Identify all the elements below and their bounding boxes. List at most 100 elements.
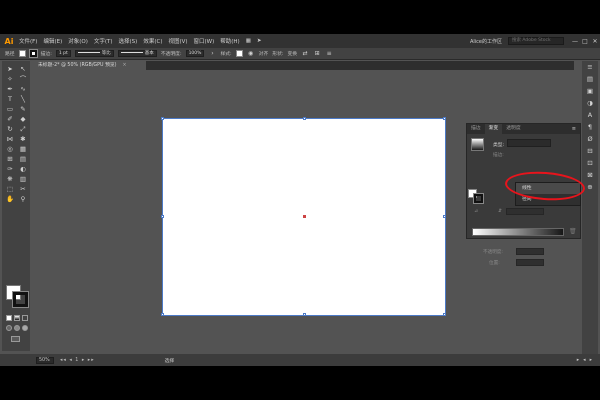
menu-window[interactable]: 窗口(W) xyxy=(191,37,218,45)
panel-menu-icon[interactable]: ≡ xyxy=(325,50,333,58)
screen-mode-icon[interactable] xyxy=(11,336,20,342)
scroll-right-icon[interactable]: ▸ xyxy=(590,358,592,363)
shape-builder-tool-icon[interactable]: ◎ xyxy=(4,145,16,154)
opacity-arrow-icon[interactable]: › xyxy=(208,50,216,58)
none-mode-icon[interactable] xyxy=(22,315,28,321)
stock-search-input[interactable]: 搜索 Adobe Stock xyxy=(508,37,564,45)
aspect-icon[interactable]: ⇵ xyxy=(498,209,502,214)
curvature-tool-icon[interactable]: ∿ xyxy=(17,85,29,94)
paragraph-panel-icon[interactable]: ¶ xyxy=(582,121,598,133)
panel-menu-icon[interactable]: ≡ xyxy=(572,126,580,132)
play-icon[interactable]: ▸ xyxy=(577,358,579,363)
tab-transparency[interactable]: 透明度 xyxy=(502,124,524,134)
slice-tool-icon[interactable]: ✂ xyxy=(17,185,29,194)
line-tool-icon[interactable]: ╲ xyxy=(17,95,29,104)
send-icon[interactable]: ➤ xyxy=(254,38,265,44)
eyedropper-tool-icon[interactable]: ✑ xyxy=(4,165,16,174)
draw-inside-icon[interactable] xyxy=(22,325,28,331)
menu-view[interactable]: 视图(V) xyxy=(165,37,190,45)
tab-stroke[interactable]: 描边 xyxy=(467,124,485,134)
symbol-sprayer-tool-icon[interactable]: ❋ xyxy=(4,175,16,184)
shaper-tool-icon[interactable]: ✐ xyxy=(4,115,16,124)
type-tool-icon[interactable]: T xyxy=(4,95,16,104)
brush-definition[interactable]: 基本 xyxy=(117,50,157,57)
handle-top-center[interactable] xyxy=(303,117,306,120)
pathfinder-panel-icon[interactable]: ⊡ xyxy=(582,157,598,169)
menu-help[interactable]: 帮助(H) xyxy=(217,37,242,45)
workspace-switcher[interactable]: Alice的工作区 xyxy=(470,38,502,45)
fill-swatch[interactable] xyxy=(18,50,26,57)
width-tool-icon[interactable]: ⋈ xyxy=(4,135,16,144)
artboard[interactable] xyxy=(161,117,446,316)
handle-bottom-left[interactable] xyxy=(161,313,164,316)
stroke-swatch[interactable] xyxy=(28,49,38,58)
gradient-type-select[interactable] xyxy=(507,139,551,147)
minimize-button[interactable]: — xyxy=(570,38,580,45)
handle-middle-right[interactable] xyxy=(443,215,446,218)
graph-tool-icon[interactable]: ▥ xyxy=(17,175,29,184)
opacity-field[interactable]: 100% xyxy=(185,50,205,57)
isolate-icon[interactable]: ⊞ xyxy=(313,50,321,58)
rectangle-tool-icon[interactable]: ▭ xyxy=(4,105,16,114)
perspective-grid-tool-icon[interactable]: ▦ xyxy=(17,145,29,154)
scale-tool-icon[interactable]: ⤢ xyxy=(17,125,29,134)
handle-top-right[interactable] xyxy=(443,117,446,120)
gradient-mode-icon[interactable] xyxy=(14,315,20,321)
stop-location-field[interactable] xyxy=(516,259,544,266)
gradient-preview-swatch[interactable] xyxy=(471,138,484,151)
artboard-tool-icon[interactable]: ⬚ xyxy=(4,185,16,194)
direct-selection-tool-icon[interactable]: ↖ xyxy=(17,65,29,74)
document-tab[interactable]: 未标题-2* @ 50% (RGB/GPU 预览) × xyxy=(34,61,146,70)
rotate-tool-icon[interactable]: ↻ xyxy=(4,125,16,134)
gradient-slider[interactable] xyxy=(472,228,564,236)
glyphs-panel-icon[interactable]: Ø xyxy=(582,133,598,145)
zoom-field[interactable]: 50% xyxy=(36,356,54,364)
artboard-navigation[interactable]: ◂◂ ◂ 1 ▸ ▸▸ xyxy=(60,358,95,363)
color-mode-icon[interactable] xyxy=(6,315,12,321)
blend-tool-icon[interactable]: ◐ xyxy=(17,165,29,174)
tab-gradient[interactable]: 渐变 xyxy=(484,124,503,134)
gradient-tool-icon[interactable]: ▤ xyxy=(17,155,29,164)
opacity-label[interactable]: 不透明度: xyxy=(161,50,182,57)
hand-tool-icon[interactable]: ✋ xyxy=(4,195,16,204)
handle-top-left[interactable] xyxy=(161,117,164,120)
shape-link[interactable]: 形状: xyxy=(272,50,283,57)
mesh-tool-icon[interactable]: ⊞ xyxy=(4,155,16,164)
menu-type[interactable]: 文字(T) xyxy=(91,37,116,45)
menu-effect[interactable]: 效果(C) xyxy=(140,37,165,45)
character-panel-icon[interactable]: A xyxy=(582,109,598,121)
puppet-warp-tool-icon[interactable]: ✱ xyxy=(17,135,29,144)
eraser-tool-icon[interactable]: ◆ xyxy=(17,115,29,124)
lasso-tool-icon[interactable]: ⌒ xyxy=(17,75,29,84)
close-tab-icon[interactable]: × xyxy=(123,63,127,68)
variable-width-profile[interactable]: 等比 xyxy=(74,50,114,57)
menu-edit[interactable]: 编辑(E) xyxy=(40,37,65,45)
menu-file[interactable]: 文件(F) xyxy=(16,37,40,45)
pen-tool-icon[interactable]: ✒ xyxy=(4,85,16,94)
close-button[interactable]: ✕ xyxy=(590,38,600,45)
angle-icon[interactable]: ⊿ xyxy=(474,209,478,214)
aspect-ratio-field[interactable] xyxy=(506,208,544,215)
graphic-style-swatch[interactable] xyxy=(235,50,243,57)
selection-tool-icon[interactable]: ➤ xyxy=(4,65,16,74)
zoom-tool-icon[interactable]: ⚲ xyxy=(17,195,29,204)
stroke-label[interactable]: 描边: xyxy=(41,50,52,57)
handle-bottom-center[interactable] xyxy=(303,313,306,316)
libraries-panel-icon[interactable]: ▣ xyxy=(582,85,598,97)
handle-middle-left[interactable] xyxy=(161,215,164,218)
handle-bottom-right[interactable] xyxy=(443,313,446,316)
transform-panel-icon[interactable]: ⊠ xyxy=(582,169,598,181)
transform-link[interactable]: 变换 xyxy=(287,50,297,57)
stop-opacity-field[interactable] xyxy=(516,248,544,255)
menu-select[interactable]: 选择(S) xyxy=(116,37,141,45)
align-link[interactable]: 对齐 xyxy=(259,50,269,57)
gradient-stroke-swatch[interactable] xyxy=(473,193,484,204)
stroke-color-box[interactable] xyxy=(12,291,29,308)
paintbrush-tool-icon[interactable]: ✎ xyxy=(17,105,29,114)
menu-object[interactable]: 对象(O) xyxy=(65,37,91,45)
status-mode[interactable]: 选择 xyxy=(165,357,175,364)
workspace-grid-icon[interactable]: ▦ xyxy=(243,38,254,44)
recolor-icon[interactable]: ◉ xyxy=(247,50,255,58)
draw-normal-icon[interactable] xyxy=(6,325,12,331)
scroll-left-icon[interactable]: ◂ xyxy=(583,358,585,363)
